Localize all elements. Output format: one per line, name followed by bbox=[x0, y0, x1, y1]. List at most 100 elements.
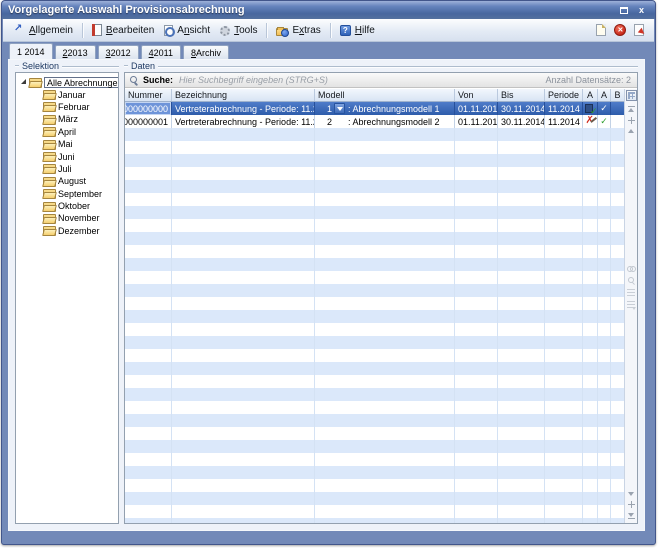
column-header-bezeichnung-1[interactable]: Bezeichnung bbox=[172, 89, 315, 101]
restore-button[interactable] bbox=[616, 4, 631, 16]
grid-empty-row bbox=[125, 427, 624, 440]
folder-icon bbox=[43, 189, 55, 198]
cancel-button[interactable] bbox=[613, 23, 627, 37]
search-input[interactable] bbox=[177, 74, 541, 86]
close-button[interactable]: x bbox=[634, 4, 649, 16]
scroll-drag-button[interactable] bbox=[628, 117, 635, 124]
selection-tree[interactable]: Alle AbrechnungenJanuarFebruarMärzAprilM… bbox=[15, 72, 119, 524]
grid-empty-row bbox=[125, 414, 624, 427]
zoom-icon[interactable] bbox=[627, 277, 636, 284]
tree-item-alle-abrechnungen[interactable]: Alle Abrechnungen bbox=[18, 76, 118, 88]
new-document-button[interactable] bbox=[595, 23, 607, 37]
tree-item-august[interactable]: August bbox=[18, 175, 118, 187]
scroll-down-button[interactable] bbox=[628, 492, 634, 496]
scroll-drag-button[interactable] bbox=[628, 501, 635, 508]
tree-item-februar[interactable]: Februar bbox=[18, 101, 118, 113]
column-header-von-3[interactable]: Von bbox=[455, 89, 498, 101]
tree-item-september[interactable]: September bbox=[18, 188, 118, 200]
cell-von: 01.11.2014 bbox=[455, 115, 498, 128]
tab-8-archiv[interactable]: 8 Archiv bbox=[183, 45, 229, 59]
folder-icon bbox=[43, 90, 55, 99]
column-header-periode-5[interactable]: Periode bbox=[545, 89, 583, 101]
status-done-icon bbox=[585, 104, 596, 114]
cell-checked: ✓ bbox=[598, 102, 611, 115]
menu-bearbeiten[interactable]: Bearbeiten bbox=[87, 22, 159, 38]
tab-2-2013[interactable]: 2 2013 bbox=[55, 45, 96, 59]
column-chooser-button[interactable] bbox=[626, 90, 637, 101]
find-icon[interactable] bbox=[627, 265, 636, 272]
tree-item-mai[interactable]: Mai bbox=[18, 138, 118, 150]
grid-empty-row bbox=[125, 362, 624, 375]
column-header-a-6[interactable]: A bbox=[583, 89, 598, 101]
scroll-last-icon bbox=[628, 513, 634, 517]
nav-arrow-icon bbox=[13, 24, 25, 36]
scrollbar-bottom-buttons bbox=[628, 492, 635, 519]
grid-empty-row bbox=[125, 219, 624, 232]
column-header-b-8[interactable]: B bbox=[611, 89, 624, 101]
tree-item-januar[interactable]: Januar bbox=[18, 88, 118, 100]
expand-arrow-icon[interactable] bbox=[21, 79, 26, 84]
cell-bis: 30.11.2014 bbox=[498, 115, 545, 128]
tree-item-dezember[interactable]: Dezember bbox=[18, 225, 118, 237]
menu-ansicht[interactable]: Ansicht bbox=[159, 23, 215, 38]
tree-item-oktober[interactable]: Oktober bbox=[18, 200, 118, 212]
tab-4-2011[interactable]: 4 2011 bbox=[141, 45, 181, 59]
exit-button[interactable] bbox=[633, 23, 645, 37]
grid-empty-row bbox=[125, 336, 624, 349]
edit-icon bbox=[92, 24, 102, 36]
column-header-nummer-0[interactable]: Nummer bbox=[125, 89, 172, 101]
cell-modell: 1: Abrechnungsmodell 1 bbox=[315, 102, 455, 115]
grid-empty-row bbox=[125, 323, 624, 336]
summary-icon[interactable] bbox=[627, 289, 635, 296]
grid-empty-row bbox=[125, 245, 624, 258]
grid-empty-row bbox=[125, 141, 624, 154]
title-bar[interactable]: Vorgelagerte Auswahl Provisionsabrechnun… bbox=[2, 1, 655, 19]
data-grid: Suche: Anzahl Datensätze: 2 NummerBezeic… bbox=[124, 72, 638, 524]
menu-tools[interactable]: Tools bbox=[215, 23, 262, 38]
menu-allgemein[interactable]: Allgemein bbox=[8, 22, 78, 38]
menu-items: Allgemein Bearbeiten AnsichtTools Extras Hil… bbox=[8, 19, 380, 41]
column-header-bis-4[interactable]: Bis bbox=[498, 89, 545, 101]
scroll-down-icon bbox=[628, 492, 634, 496]
scroll-first-button[interactable] bbox=[628, 106, 635, 112]
menu-label: Extras bbox=[292, 25, 320, 36]
grid-scrollbar[interactable] bbox=[624, 89, 637, 523]
cell-periode: 11.2014 bbox=[545, 102, 583, 115]
tree-item-label: Oktober bbox=[58, 201, 90, 211]
tab-page: Selektion Alle AbrechnungenJanuarFebruar… bbox=[8, 59, 645, 531]
tab-3-2012[interactable]: 3 2012 bbox=[98, 45, 139, 59]
folder-icon bbox=[29, 78, 41, 87]
tab-1-2014[interactable]: 1 2014 bbox=[9, 43, 53, 59]
scroll-last-button[interactable] bbox=[628, 513, 635, 519]
grid-empty-row bbox=[125, 206, 624, 219]
folder-icon bbox=[43, 202, 55, 211]
table-row[interactable]: 1000000001Vertreterabrechnung - Periode:… bbox=[125, 115, 624, 128]
scroll-up-button[interactable] bbox=[628, 129, 634, 133]
menu-label: Allgemein bbox=[29, 25, 73, 36]
menu-label: Bearbeiten bbox=[106, 25, 154, 36]
menu-extras[interactable]: Extras bbox=[271, 23, 325, 38]
tree-item-märz[interactable]: März bbox=[18, 113, 118, 125]
column-header-a-7[interactable]: A bbox=[598, 89, 611, 101]
cell-nummer: 1000000001 bbox=[125, 115, 172, 128]
tree-item-label: Dezember bbox=[58, 226, 100, 236]
filter-icon[interactable] bbox=[627, 301, 635, 308]
modell-number: 1 bbox=[318, 104, 332, 114]
tree-item-juli[interactable]: Juli bbox=[18, 163, 118, 175]
menu-hilfe[interactable]: Hilfe bbox=[335, 23, 380, 38]
dropdown-button[interactable] bbox=[334, 103, 345, 114]
toolbar-right bbox=[595, 23, 649, 37]
groupbox-line bbox=[15, 65, 19, 67]
selektion-group: Selektion Alle AbrechnungenJanuarFebruar… bbox=[15, 61, 119, 524]
folder-icon bbox=[43, 127, 55, 136]
grid-empty-row bbox=[125, 466, 624, 479]
tree-item-april[interactable]: April bbox=[18, 126, 118, 138]
tree-item-juni[interactable]: Juni bbox=[18, 150, 118, 162]
table-row[interactable]: 1000000000Vertreterabrechnung - Periode:… bbox=[125, 102, 624, 115]
tree-item-november[interactable]: November bbox=[18, 212, 118, 224]
tree-item-label: August bbox=[58, 176, 86, 186]
grid-empty-row bbox=[125, 492, 624, 505]
column-header-modell-2[interactable]: Modell bbox=[315, 89, 455, 101]
cell-status bbox=[583, 115, 598, 128]
tree-item-label: November bbox=[58, 213, 100, 223]
